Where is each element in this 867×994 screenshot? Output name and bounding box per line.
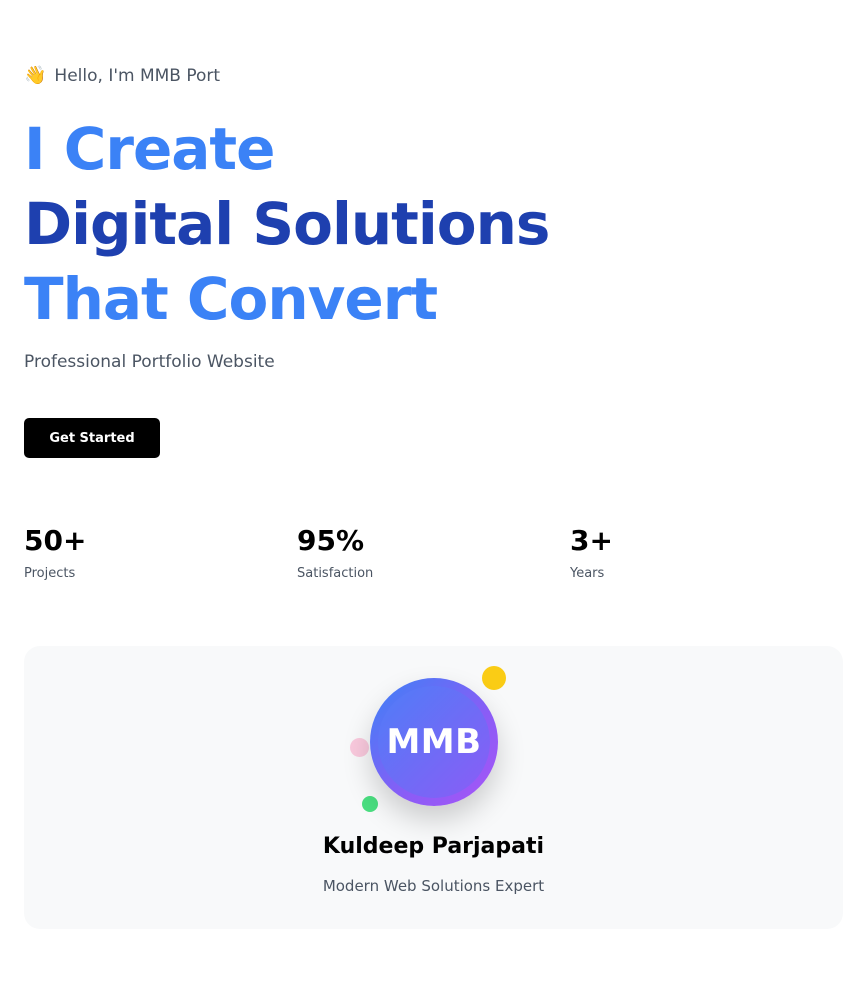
hero-headline: I Create Digital Solutions That Convert	[24, 112, 550, 337]
headline-line-2: Digital Solutions	[24, 190, 550, 258]
profile-role: Modern Web Solutions Expert	[322, 877, 545, 895]
stat-years: 3+ Years	[570, 524, 843, 581]
stat-label: Satisfaction	[297, 566, 374, 581]
stat-satisfaction: 95% Satisfaction	[297, 524, 570, 581]
decorative-pink-dot	[350, 738, 369, 757]
stat-projects: 50+ Projects	[24, 524, 297, 581]
stat-label: Projects	[24, 566, 76, 581]
hero-subtitle: Professional Portfolio Website	[24, 352, 275, 372]
stat-value: 95%	[297, 524, 365, 557]
stat-value: 3+	[570, 524, 613, 557]
decorative-green-dot	[362, 796, 378, 812]
greeting-text: Hello, I'm MMB Port	[54, 66, 221, 86]
profile-name: Kuldeep Parjapati	[322, 834, 545, 859]
waving-hand-icon: 👋	[24, 65, 47, 86]
decorative-yellow-dot	[482, 666, 506, 690]
stat-value: 50+	[24, 524, 87, 557]
greeting: 👋 Hello, I'm MMB Port	[24, 66, 220, 86]
get-started-button[interactable]: Get Started	[24, 418, 160, 458]
avatar-inner: MMB	[378, 686, 490, 798]
stats-row: 50+ Projects 95% Satisfaction 3+ Years	[24, 524, 843, 581]
avatar: MMB	[370, 678, 498, 806]
profile-card: MMB Kuldeep Parjapati Modern Web Solutio…	[24, 646, 843, 929]
avatar-initials: MMB	[386, 722, 482, 762]
headline-line-1: I Create	[24, 115, 275, 183]
headline-line-3: That Convert	[24, 265, 438, 333]
stat-label: Years	[570, 566, 605, 581]
